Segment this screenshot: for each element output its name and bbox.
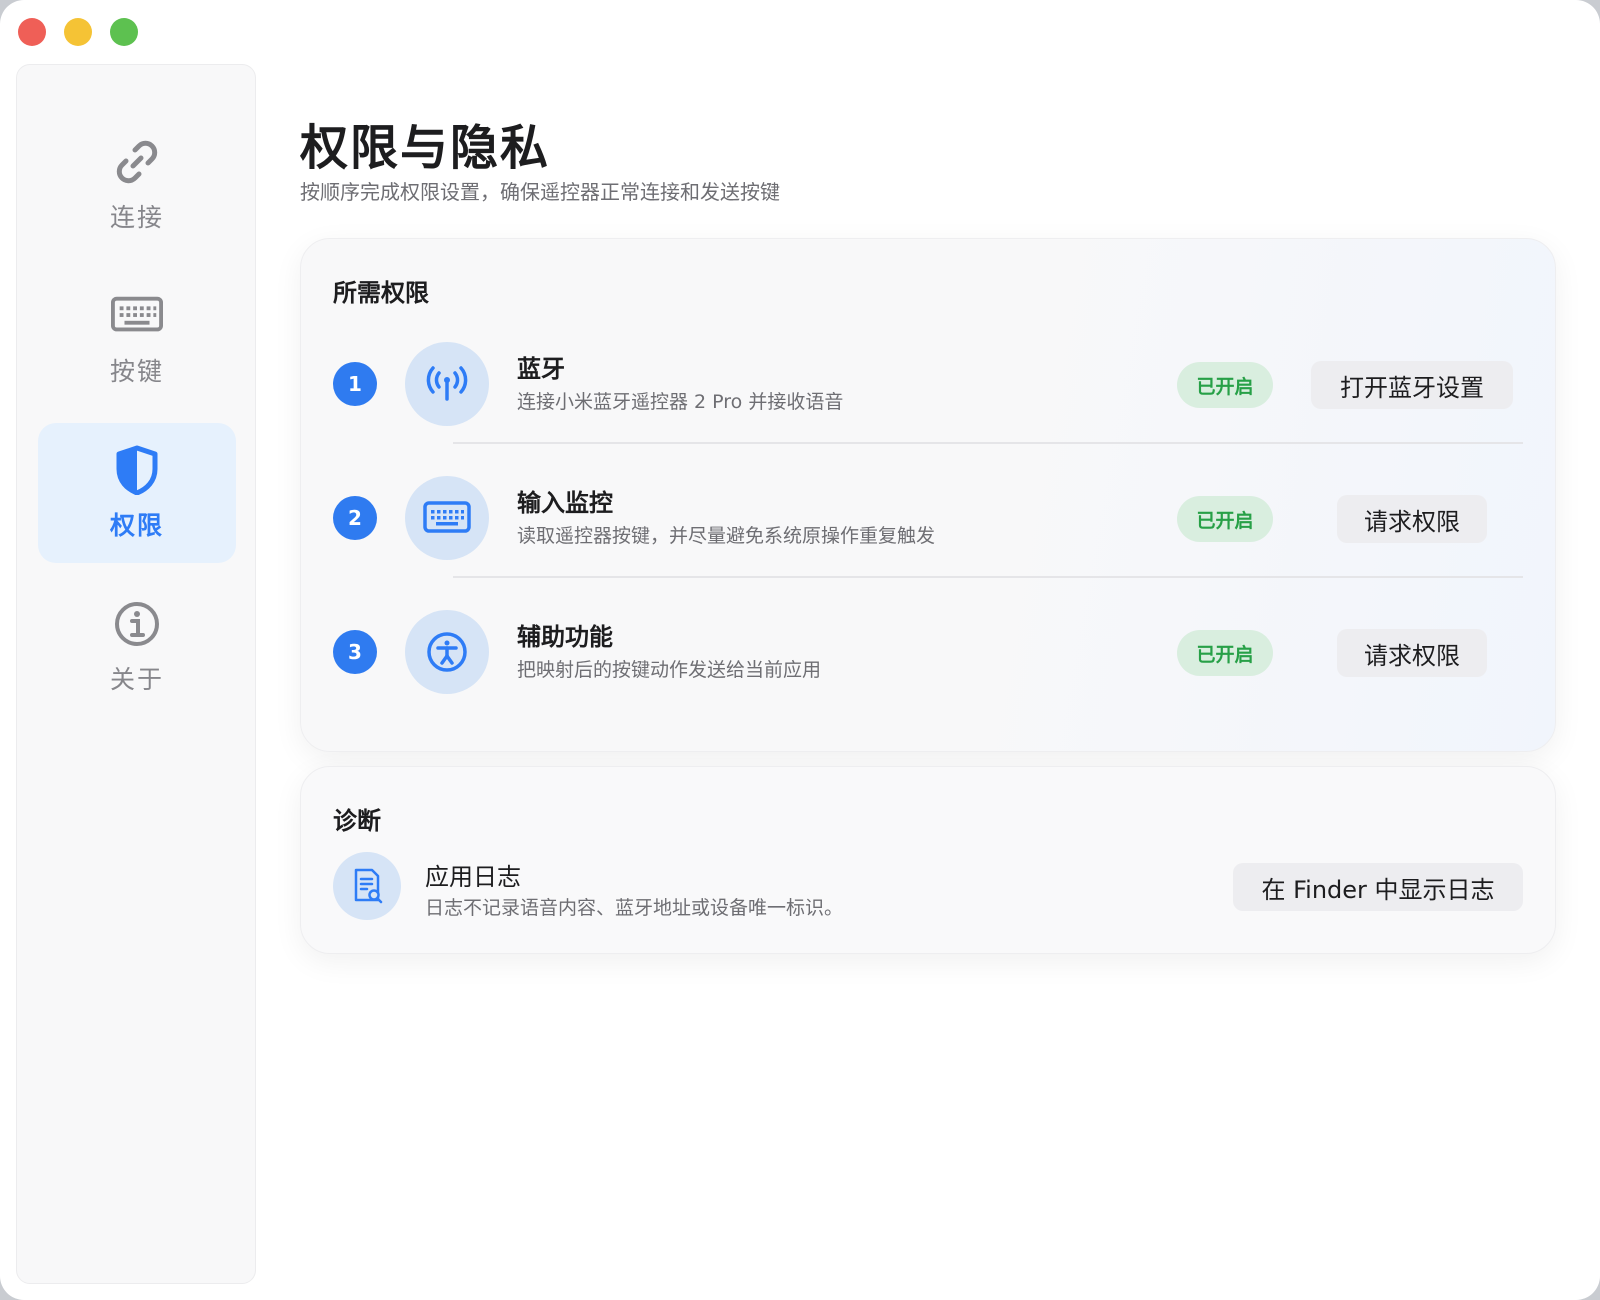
page-subtitle: 按顺序完成权限设置，确保遥控器正常连接和发送按键 [300, 180, 780, 204]
keyboard-icon [405, 476, 489, 560]
close-window-button[interactable] [18, 18, 46, 46]
sidebar-item-label: 权限 [109, 511, 164, 540]
document-search-icon [333, 852, 401, 920]
info-icon [111, 598, 163, 650]
status-badge: 已开启 [1177, 630, 1273, 676]
sidebar-item-label: 按键 [109, 357, 164, 386]
permission-name: 输入监控 [517, 489, 613, 517]
shield-icon [111, 444, 163, 496]
step-number: 3 [333, 630, 377, 674]
sidebar: 连接 按键 权限 关于 [16, 64, 256, 1284]
status-badge: 已开启 [1177, 362, 1273, 408]
section-title: 所需权限 [333, 279, 429, 307]
minimize-window-button[interactable] [64, 18, 92, 46]
sidebar-item-connection[interactable]: 连接 [38, 115, 236, 255]
divider [453, 442, 1523, 444]
permission-row-input-monitoring: 2 输入监控 读取遥控器按键，并尽量避免系统原操作重复触发 已开启 请求权限 [301, 473, 1555, 563]
permission-name: 蓝牙 [517, 355, 565, 383]
diagnostics-card: 诊断 应用日志 日志不记录语音内容、蓝牙地址或设备唯一标识。 在 Finder … [300, 766, 1556, 954]
permissions-card: 所需权限 1 蓝牙 连接小米蓝牙遥控器 2 Pro 并接收语音 已开启 打开蓝牙… [300, 238, 1556, 752]
permission-description: 读取遥控器按键，并尽量避免系统原操作重复触发 [517, 525, 936, 547]
app-window: 连接 按键 权限 关于 权限与隐私 按顺序完成权限设置，确保遥控器正常连接和发送… [0, 0, 1600, 1300]
sidebar-item-permissions[interactable]: 权限 [38, 423, 236, 563]
sidebar-item-label: 连接 [109, 203, 164, 232]
sidebar-item-about[interactable]: 关于 [38, 577, 236, 717]
permission-row-accessibility: 3 辅助功能 把映射后的按键动作发送给当前应用 已开启 请求权限 [301, 607, 1555, 697]
request-permission-button[interactable]: 请求权限 [1337, 629, 1487, 677]
status-badge: 已开启 [1177, 496, 1273, 542]
page-title: 权限与隐私 [300, 120, 551, 176]
antenna-icon [405, 342, 489, 426]
permission-row-bluetooth: 1 蓝牙 连接小米蓝牙遥控器 2 Pro 并接收语音 已开启 打开蓝牙设置 [301, 339, 1555, 429]
log-description: 日志不记录语音内容、蓝牙地址或设备唯一标识。 [425, 897, 844, 919]
sidebar-item-label: 关于 [109, 665, 164, 694]
main-content: 权限与隐私 按顺序完成权限设置，确保遥控器正常连接和发送按键 所需权限 1 蓝牙… [300, 0, 1600, 1300]
window-controls [18, 18, 138, 46]
permission-description: 把映射后的按键动作发送给当前应用 [517, 659, 822, 681]
permission-description: 连接小米蓝牙遥控器 2 Pro 并接收语音 [517, 391, 844, 413]
log-row: 应用日志 日志不记录语音内容、蓝牙地址或设备唯一标识。 在 Finder 中显示… [301, 851, 1555, 921]
permission-name: 辅助功能 [517, 623, 613, 651]
log-name: 应用日志 [425, 863, 521, 891]
accessibility-icon [405, 610, 489, 694]
divider [453, 576, 1523, 578]
step-number: 1 [333, 362, 377, 406]
request-permission-button[interactable]: 请求权限 [1337, 495, 1487, 543]
sidebar-item-keys[interactable]: 按键 [38, 269, 236, 409]
show-log-in-finder-button[interactable]: 在 Finder 中显示日志 [1233, 863, 1523, 911]
open-bluetooth-settings-button[interactable]: 打开蓝牙设置 [1311, 361, 1513, 409]
zoom-window-button[interactable] [110, 18, 138, 46]
keyboard-icon [111, 290, 163, 342]
link-icon [111, 136, 163, 188]
section-title: 诊断 [333, 807, 381, 835]
step-number: 2 [333, 496, 377, 540]
